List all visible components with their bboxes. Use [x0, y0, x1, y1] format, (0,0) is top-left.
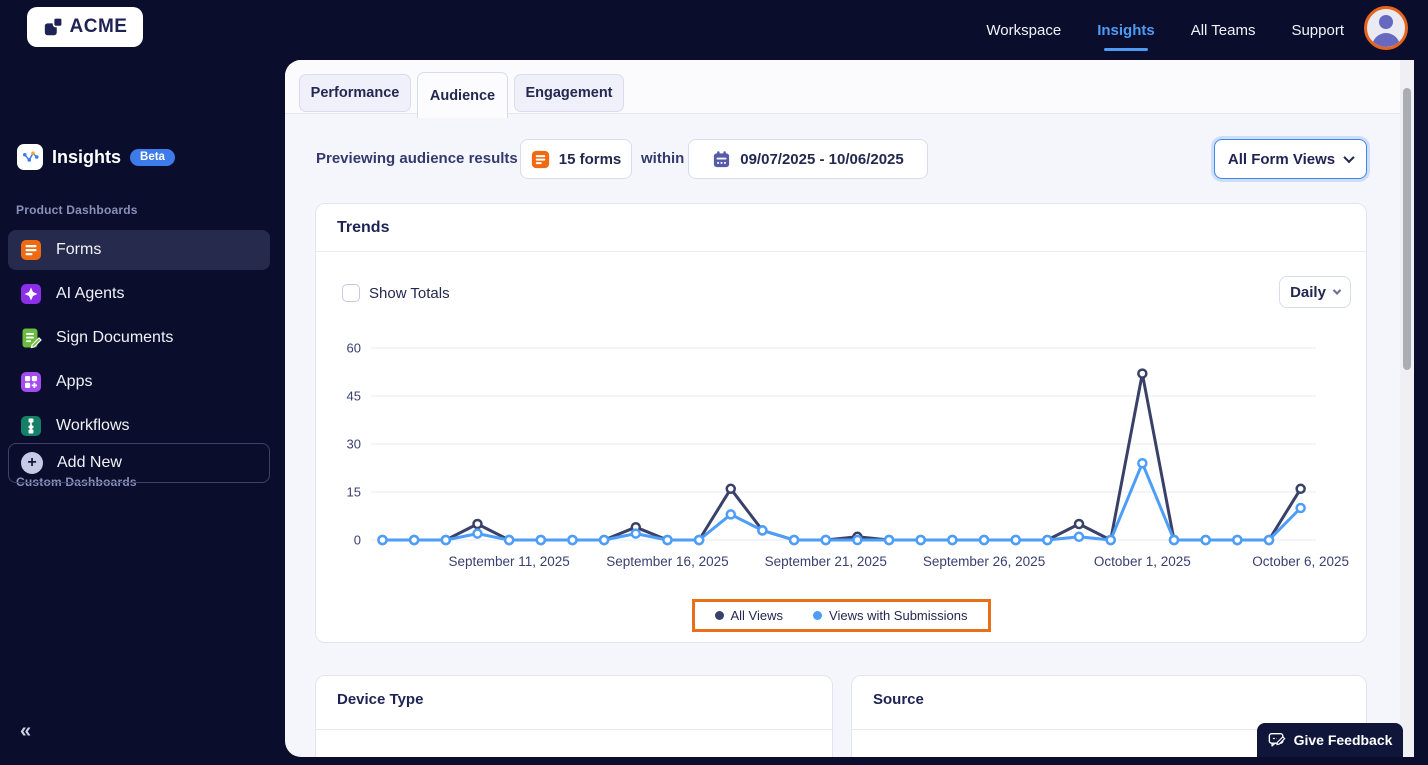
svg-text:September 16, 2025: September 16, 2025 [606, 554, 728, 569]
trends-title: Trends [337, 219, 390, 236]
sidebar-item-workflows[interactable]: Workflows [8, 406, 270, 446]
svg-text:September 11, 2025: September 11, 2025 [448, 554, 569, 569]
add-new-label: Add New [57, 454, 122, 471]
sidebar-item-label: Workflows [56, 417, 130, 434]
calendar-icon [714, 150, 730, 167]
scrollbar-thumb[interactable] [1403, 88, 1411, 370]
chevron-down-icon [1332, 286, 1342, 295]
feedback-icon [1268, 733, 1286, 747]
sidebar-item-label: Apps [56, 373, 93, 390]
give-feedback-label: Give Feedback [1293, 732, 1393, 748]
give-feedback-button[interactable]: Give Feedback [1257, 723, 1403, 757]
show-totals-checkbox[interactable] [342, 284, 360, 302]
collapse-sidebar-button[interactable]: « [20, 720, 31, 743]
sidebar-item-label: Forms [56, 241, 102, 258]
filter-row: Previewing audience results of 15 forms … [285, 139, 1414, 179]
scrollbar-track[interactable] [1400, 60, 1414, 757]
interval-label: Daily [1290, 283, 1326, 301]
legend-label: All Views [730, 608, 784, 623]
top-nav: ACME Workspace Insights All Teams Suppor… [0, 0, 1428, 60]
all-views-dot-icon [714, 611, 724, 620]
tab-audience[interactable]: Audience [417, 72, 508, 118]
legend-item-views-with-submissions: Views with Submissions [813, 608, 968, 623]
sidebar-app-title: Insights [52, 146, 122, 167]
nav-link-workspace[interactable]: Workspace [986, 22, 1061, 39]
active-nav-underline [1103, 47, 1148, 51]
svg-text:60: 60 [347, 341, 361, 356]
forms-filter-button[interactable]: 15 forms [520, 139, 632, 179]
date-range-label: 09/07/2025 - 10/06/2025 [740, 150, 904, 168]
forms-icon [21, 240, 41, 260]
nav-link-insights[interactable]: Insights [1097, 22, 1155, 51]
svg-text:45: 45 [347, 389, 361, 404]
plus-icon: + [21, 452, 43, 474]
ai-agents-icon [21, 284, 41, 304]
device-type-card: Device Type [315, 675, 833, 757]
chevron-down-icon [1343, 151, 1355, 164]
sidebar-item-ai-agents[interactable]: AI Agents [8, 274, 270, 314]
view-scope-dropdown[interactable]: All Form Views [1214, 139, 1367, 179]
legend-label: Views with Submissions [829, 608, 968, 623]
sidebar-item-forms[interactable]: Forms [8, 230, 270, 270]
insights-icon [17, 144, 43, 170]
device-type-title: Device Type [337, 691, 424, 708]
date-range-button[interactable]: 09/07/2025 - 10/06/2025 [688, 139, 928, 179]
tab-performance[interactable]: Performance [299, 74, 411, 112]
legend-highlight-box: All Views Views with Submissions [691, 599, 991, 632]
beta-badge: Beta [130, 148, 175, 166]
sign-documents-icon [22, 328, 42, 349]
brand-name: ACME [69, 16, 128, 37]
forms-icon [531, 150, 549, 168]
acme-logo[interactable]: ACME [27, 7, 143, 47]
section-label-product-dashboards: Product Dashboards [16, 203, 138, 217]
interval-dropdown[interactable]: Daily [1279, 276, 1351, 308]
view-scope-label: All Form Views [1227, 150, 1336, 168]
svg-text:30: 30 [347, 437, 361, 452]
add-new-button[interactable]: + Add New [8, 443, 270, 483]
source-title: Source [873, 691, 924, 708]
legend-item-all-views: All Views [714, 608, 784, 623]
forms-count-label: 15 forms [558, 150, 622, 168]
sidebar-item-label: Sign Documents [56, 329, 174, 346]
views-with-submissions-dot-icon [813, 611, 823, 620]
person-icon [1372, 15, 1400, 47]
divider [316, 729, 832, 730]
sidebar-item-sign-documents[interactable]: Sign Documents [8, 318, 270, 358]
acme-logo-icon [44, 17, 63, 36]
svg-text:September 26, 2025: September 26, 2025 [923, 554, 1045, 569]
svg-text:15: 15 [347, 485, 361, 500]
sidebar: Insights Beta Product Dashboards Product… [0, 60, 285, 765]
app-root: ACME Workspace Insights All Teams Suppor… [0, 0, 1428, 765]
apps-icon [21, 372, 41, 392]
tab-engagement[interactable]: Engagement [514, 74, 624, 112]
user-avatar[interactable] [1364, 6, 1408, 50]
svg-text:0: 0 [354, 533, 361, 548]
nav-link-all-teams[interactable]: All Teams [1191, 22, 1256, 39]
show-totals-label[interactable]: Show Totals [369, 285, 450, 302]
preview-text: Previewing audience results of [316, 150, 537, 167]
workflows-icon [21, 416, 41, 436]
main-content: Performance Audience Engagement Previewi… [285, 60, 1414, 757]
divider [316, 251, 1366, 252]
svg-text:October 1, 2025: October 1, 2025 [1094, 554, 1191, 569]
sidebar-item-label: AI Agents [56, 285, 125, 302]
nav-links: Workspace Insights All Teams Support [986, 0, 1344, 60]
within-label: within [641, 150, 685, 167]
svg-text:September 21, 2025: September 21, 2025 [765, 554, 887, 569]
svg-text:October 6, 2025: October 6, 2025 [1252, 554, 1349, 569]
nav-link-support[interactable]: Support [1291, 22, 1344, 39]
trends-card: Trends Show Totals Daily 0 15 30 45 60 Septem… [315, 203, 1367, 643]
sidebar-app-header[interactable]: Insights Beta [17, 144, 175, 170]
sidebar-item-apps[interactable]: Apps [8, 362, 270, 402]
trend-line-chart: 0 15 30 45 60 September 11, 2025 September 16,… [347, 341, 1350, 570]
